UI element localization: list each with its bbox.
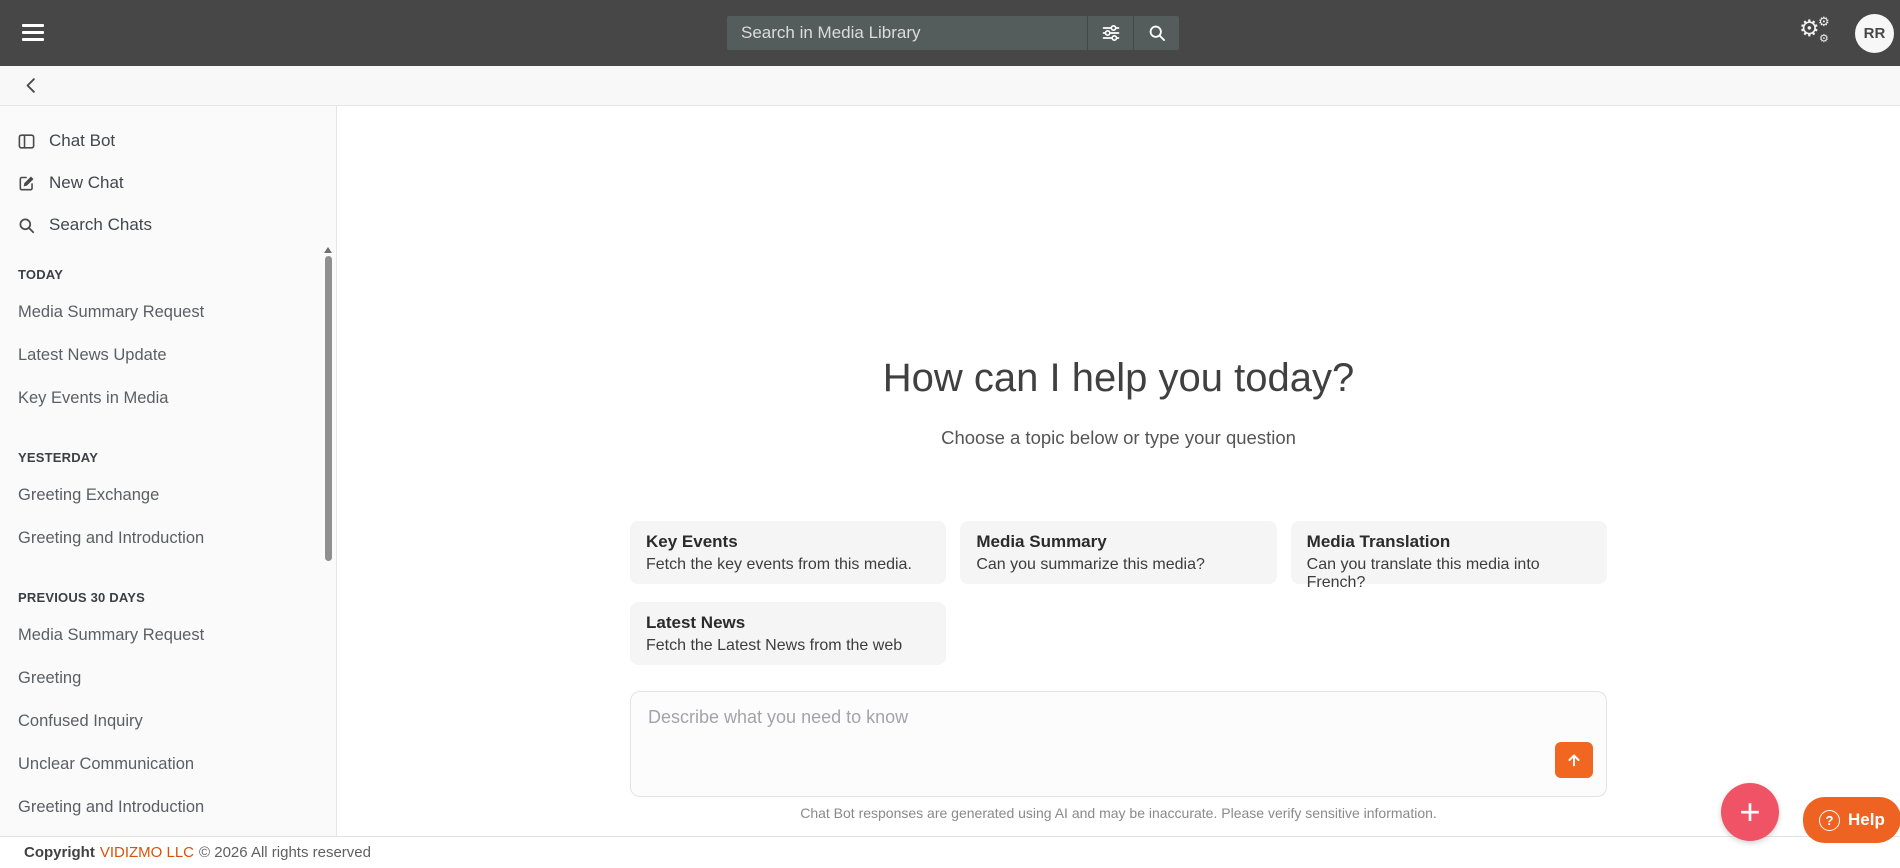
sidebar-nav: Chat Bot New Chat Search Chats xyxy=(0,106,336,246)
chevron-left-icon xyxy=(26,78,35,93)
chat-history-item[interactable]: Media Summary Request xyxy=(0,614,336,657)
admin-settings-icon[interactable]: ⚙ ⚙ ⚙ xyxy=(1799,16,1833,50)
chat-history-item[interactable]: Unclear Communication xyxy=(0,743,336,786)
side-panel-icon xyxy=(18,133,35,149)
chat-history-item[interactable]: Key Events in Media xyxy=(0,377,336,420)
sliders-icon xyxy=(1102,25,1119,41)
scrollbar-up-arrow[interactable] xyxy=(324,247,332,253)
chat-history-item[interactable]: Confused Inquiry xyxy=(0,700,336,743)
card-title: Media Summary xyxy=(976,532,1107,551)
card-title: Key Events xyxy=(646,532,738,551)
nav-label: Chat Bot xyxy=(49,131,116,150)
chat-history-item[interactable]: Media Summary Request xyxy=(0,291,336,334)
help-label: Help xyxy=(1848,810,1885,829)
search-submit-button[interactable] xyxy=(1133,16,1179,50)
page-title: How can I help you today? xyxy=(882,356,1355,400)
topic-card-media-summary[interactable]: Media Summary Can you summarize this med… xyxy=(960,521,1277,584)
chat-history-item[interactable]: Greeting and Introduction xyxy=(0,786,336,829)
nav-label: New Chat xyxy=(49,173,124,192)
card-description: Fetch the key events from this media. xyxy=(646,556,912,573)
user-avatar[interactable]: RR xyxy=(1855,13,1894,53)
arrow-up-icon xyxy=(1568,754,1580,767)
topic-card-media-translation[interactable]: Media Translation Can you translate this… xyxy=(1290,521,1607,591)
rights-text: © 2026 All rights reserved xyxy=(199,844,371,861)
topic-card-latest-news[interactable]: Latest News Fetch the Latest News from t… xyxy=(630,602,947,665)
section-title: TODAY xyxy=(18,267,64,282)
sidebar-item-search-chats[interactable]: Search Chats xyxy=(0,204,336,246)
card-description: Fetch the Latest News from the web xyxy=(646,637,903,654)
hamburger-menu-icon[interactable] xyxy=(22,24,44,41)
chat-main-area: How can I help you today? Choose a topic… xyxy=(337,106,1900,836)
nav-label: Search Chats xyxy=(49,215,152,234)
send-button[interactable] xyxy=(1555,742,1593,778)
sidebar-scrollbar[interactable] xyxy=(325,256,332,561)
card-description: Can you translate this media into French… xyxy=(1306,556,1540,591)
plus-icon: + xyxy=(1739,791,1761,832)
chat-history-item[interactable]: Greeting xyxy=(0,657,336,700)
back-button[interactable] xyxy=(22,76,41,95)
search-input[interactable] xyxy=(727,16,1087,50)
card-description: Can you summarize this media? xyxy=(976,556,1205,573)
secondary-bar xyxy=(0,66,1900,106)
footer: Copyright VIDIZMO LLC © 2026 All rights … xyxy=(0,836,1900,868)
compose-icon xyxy=(19,176,34,190)
company-link[interactable]: VIDIZMO LLC xyxy=(95,844,199,861)
copyright-label: Copyright xyxy=(24,844,95,861)
help-button[interactable]: ? Help xyxy=(1803,797,1900,843)
media-library-search xyxy=(727,16,1179,50)
card-title: Media Translation xyxy=(1306,532,1451,551)
section-title: YESTERDAY xyxy=(18,450,99,465)
section-title: PREVIOUS 30 DAYS xyxy=(18,590,145,605)
topbar-right-actions: ⚙ ⚙ ⚙ RR xyxy=(1799,0,1900,66)
message-input[interactable] xyxy=(631,692,1606,796)
chat-history-item[interactable]: Greeting Exchange xyxy=(0,474,336,517)
chat-sidebar: Chat Bot New Chat Search Chats TODAY Med… xyxy=(0,106,337,836)
topic-cards: Key Events Fetch the key events from thi… xyxy=(630,521,1607,665)
ai-disclaimer: Chat Bot responses are generated using A… xyxy=(800,805,1437,821)
history-section-today: TODAY Media Summary Request Latest News … xyxy=(0,267,336,420)
sidebar-item-new-chat[interactable]: New Chat xyxy=(0,162,336,204)
search-icon xyxy=(1149,25,1165,41)
app-window: ⚙ ⚙ ⚙ RR Chat Bot xyxy=(0,0,1900,868)
topic-card-key-events[interactable]: Key Events Fetch the key events from thi… xyxy=(630,521,947,584)
sidebar-item-chat-bot[interactable]: Chat Bot xyxy=(0,120,336,162)
add-fab-button[interactable]: + xyxy=(1721,783,1779,841)
chat-history-item[interactable]: Latest News Update xyxy=(0,334,336,377)
page-subtitle: Choose a topic below or type your questi… xyxy=(941,427,1296,448)
top-bar: ⚙ ⚙ ⚙ RR xyxy=(0,0,1900,66)
search-filter-button[interactable] xyxy=(1087,16,1133,50)
history-section-yesterday: YESTERDAY Greeting Exchange Greeting and… xyxy=(0,450,336,560)
chat-history-item[interactable]: Greeting and Introduction xyxy=(0,517,336,560)
search-icon xyxy=(19,218,35,233)
message-composer xyxy=(630,691,1607,797)
card-title: Latest News xyxy=(646,613,746,632)
history-section-previous-30-days: PREVIOUS 30 DAYS Media Summary Request G… xyxy=(0,590,336,829)
question-circle-icon: ? xyxy=(1819,809,1840,831)
